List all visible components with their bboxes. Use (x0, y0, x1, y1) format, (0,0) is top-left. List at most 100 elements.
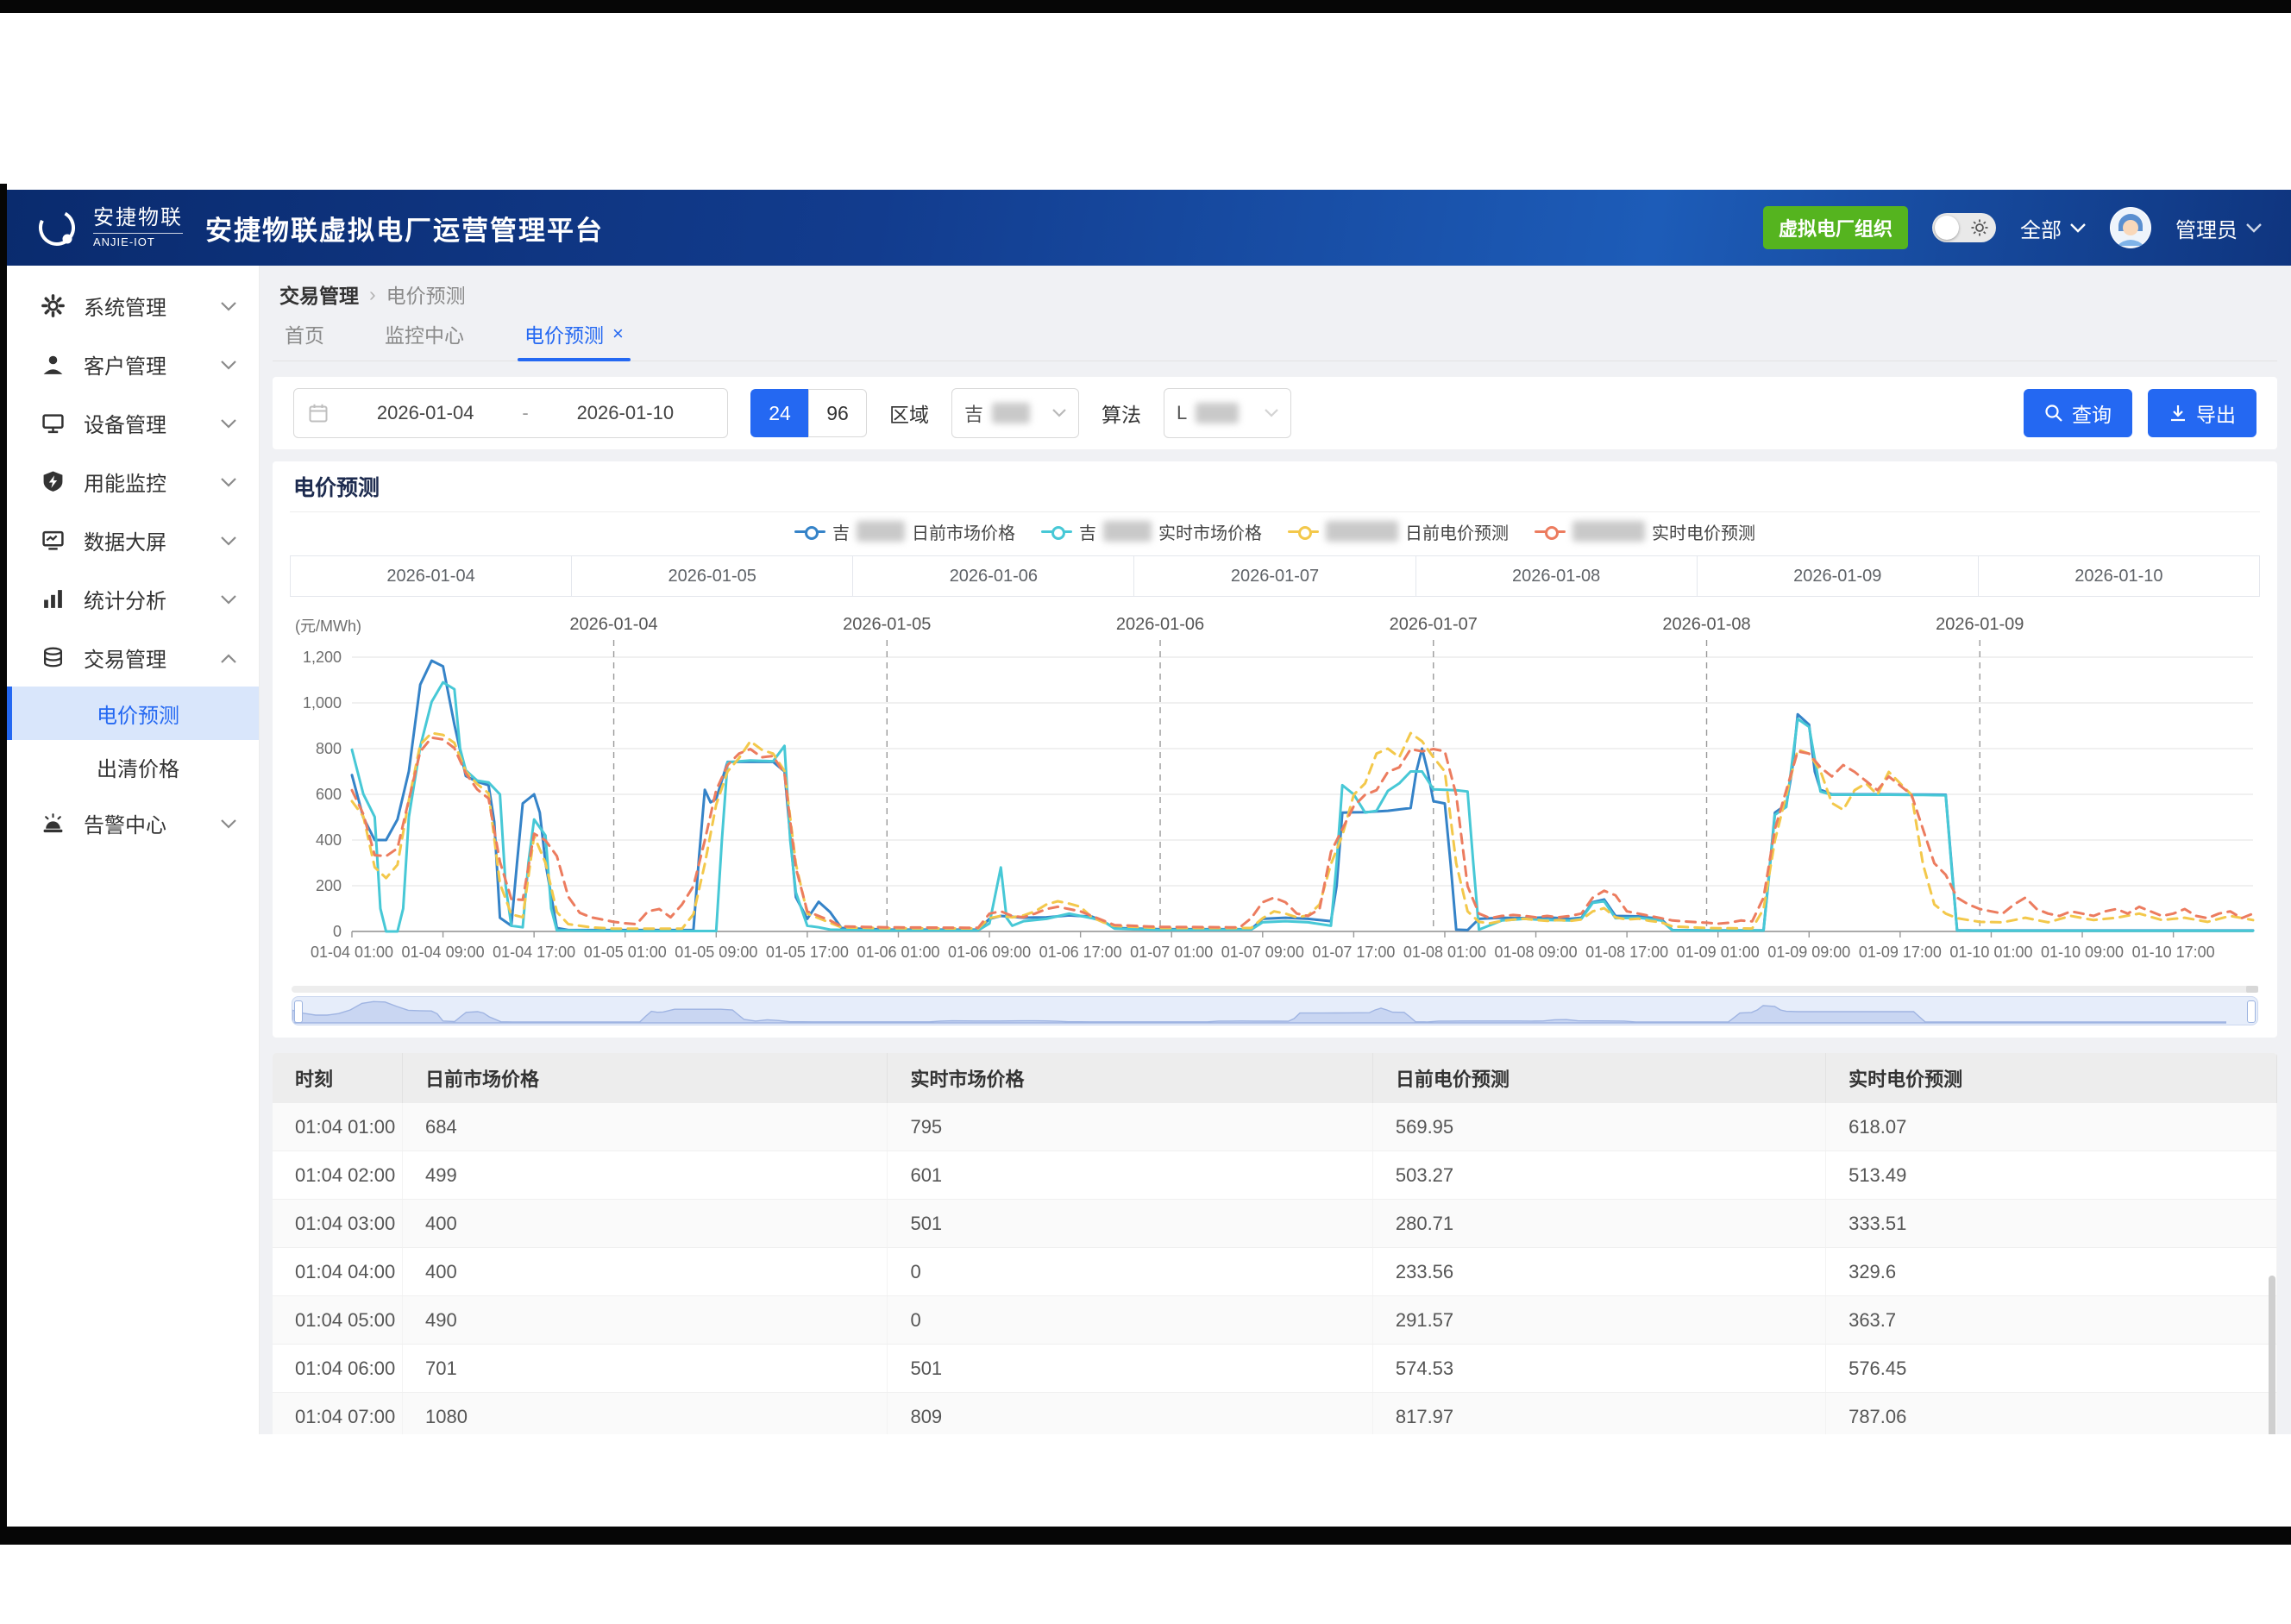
zoom-handle-right[interactable] (2247, 1000, 2256, 1023)
user-dropdown[interactable]: 管理员 (2175, 213, 2262, 243)
search-button[interactable]: 查询 (2024, 389, 2132, 437)
sidebar-item-system[interactable]: 系统管理 (7, 276, 259, 335)
table-cell: 01:04 04:00 (273, 1248, 403, 1295)
table-row: 01:04 07:001080809817.97787.06 (273, 1393, 2277, 1434)
y-axis-tick-label: 1,000 (303, 694, 342, 712)
legend-item-3[interactable]: 日前电价预测 (1288, 519, 1509, 544)
day-marker-label: 2026-01-05 (843, 615, 931, 634)
table-column-header: 日前市场价格 (403, 1053, 888, 1103)
download-icon (2169, 404, 2187, 423)
table-cell: 01:04 02:00 (273, 1151, 403, 1199)
scope-dropdown[interactable]: 全部 (2020, 213, 2086, 243)
virtual-plant-org-button[interactable]: 虚拟电厂组织 (1763, 206, 1908, 249)
table-cell: 795 (888, 1103, 1372, 1151)
table-header-row: 时刻日前市场价格实时市场价格日前电价预测实时电价预测 (273, 1053, 2277, 1103)
x-axis-tick-label: 01-09 17:00 (1859, 944, 1942, 961)
sidebar-item-trade[interactable]: 交易管理 (7, 628, 259, 687)
day-marker-label: 2026-01-04 (569, 615, 657, 634)
breadcrumb-separator: › (369, 283, 376, 306)
table-row: 01:04 06:00701501574.53576.45 (273, 1345, 2277, 1393)
tab-label: 首页 (285, 319, 324, 348)
tab-label: 监控中心 (385, 319, 464, 348)
zoom-handle-left[interactable] (294, 1000, 303, 1023)
sun-icon (1971, 219, 1988, 236)
table-cell: 809 (888, 1393, 1372, 1434)
breadcrumb-trade[interactable]: 交易管理 (279, 279, 359, 309)
chevron-down-icon (1052, 409, 1066, 417)
chevron-down-icon (1265, 409, 1278, 417)
day-marker-label: 2026-01-09 (1936, 615, 2024, 634)
chart-legend: 吉日前市场价格 吉实时市场价格 日前电价预测 实时电价预测 (290, 512, 2260, 550)
legend-item-1[interactable]: 吉日前市场价格 (794, 519, 1015, 544)
chevron-down-icon (221, 469, 236, 493)
legend-item-4[interactable]: 实时电价预测 (1535, 519, 1755, 544)
filter-bar: 2026-01-04 - 2026-01-10 24 96 区域 吉 算法 L (273, 377, 2277, 449)
tab-监控中心[interactable]: 监控中心 (385, 319, 464, 361)
region-select[interactable]: 吉 (951, 388, 1079, 438)
table-cell: 501 (888, 1345, 1372, 1392)
date-band: 2026-01-042026-01-052026-01-062026-01-07… (290, 555, 2260, 597)
card-title: 电价预测 (290, 461, 2260, 512)
x-axis-tick-label: 01-04 01:00 (311, 944, 393, 961)
sidebar-item-customer[interactable]: 客户管理 (7, 335, 259, 393)
data-zoom-minimap (292, 997, 2226, 1025)
table-row: 01:04 03:00400501280.71333.51 (273, 1200, 2277, 1248)
table-cell: 1080 (403, 1393, 888, 1434)
date-range-picker[interactable]: 2026-01-04 - 2026-01-10 (293, 388, 728, 438)
date-separator: - (522, 402, 528, 424)
sidebar-item-bigscreen[interactable]: 数据大屏 (7, 511, 259, 569)
screen-icon (41, 529, 65, 552)
table-cell: 01:04 07:00 (273, 1393, 403, 1434)
main-content: 交易管理 › 电价预测 首页监控中心电价预测× 2026-01-04 - 202… (259, 266, 2291, 1434)
sidebar-subitem-price-forecast[interactable]: 电价预测 (7, 687, 259, 740)
y-axis-tick-label: 1,200 (303, 649, 342, 666)
table-cell: 787.06 (1826, 1393, 2277, 1434)
x-axis-tick-label: 01-09 01:00 (1677, 944, 1760, 961)
algorithm-select[interactable]: L (1164, 388, 1291, 438)
series-line-日前市场价格 (352, 661, 2253, 931)
sidebar-subitem-label: 电价预测 (97, 699, 179, 729)
x-axis-tick-label: 01-06 17:00 (1039, 944, 1122, 961)
coins-icon (41, 646, 65, 669)
date-end-input[interactable]: 2026-01-10 (537, 402, 713, 424)
chart-scroll-track[interactable] (292, 986, 2258, 993)
scroll-end-button[interactable] (2246, 986, 2258, 993)
minimap-area (292, 1001, 2226, 1023)
theme-toggle[interactable] (1932, 213, 1996, 242)
table-cell: 701 (403, 1345, 888, 1392)
x-axis-tick-label: 01-05 01:00 (584, 944, 667, 961)
sidebar-subitem-clearing-price[interactable]: 出清价格 (7, 740, 259, 793)
x-axis-tick-label: 01-07 09:00 (1221, 944, 1304, 961)
sidebar-item-energy[interactable]: 用能监控 (7, 452, 259, 511)
series-line-日前电价预测 (352, 733, 2253, 929)
sidebar-item-label: 交易管理 (84, 643, 166, 673)
interval-option-24[interactable]: 24 (750, 389, 808, 437)
x-axis-tick-label: 01-07 17:00 (1312, 944, 1395, 961)
table-cell: 01:04 05:00 (273, 1296, 403, 1344)
tab-首页[interactable]: 首页 (285, 319, 324, 361)
legend-marker-icon (1288, 526, 1319, 536)
algorithm-label: 算法 (1102, 398, 1141, 428)
export-button[interactable]: 导出 (2148, 389, 2256, 437)
chevron-down-icon (221, 586, 236, 611)
sidebar-menu: 系统管理客户管理设备管理用能监控数据大屏统计分析交易管理电价预测出清价格告警中心 (7, 266, 259, 1434)
tab-电价预测[interactable]: 电价预测 × (524, 319, 624, 361)
sidebar-item-device[interactable]: 设备管理 (7, 393, 259, 452)
data-zoom-slider[interactable] (292, 996, 2258, 1025)
legend-item-2[interactable]: 吉实时市场价格 (1041, 519, 1262, 544)
algorithm-value-redacted (1196, 403, 1239, 423)
y-axis-tick-label: 600 (316, 786, 342, 803)
table-cell: 233.56 (1373, 1248, 1826, 1295)
sidebar-item-alarm[interactable]: 告警中心 (7, 793, 259, 852)
table-scrollbar-thumb[interactable] (2269, 1276, 2275, 1434)
sidebar-item-stats[interactable]: 统计分析 (7, 569, 259, 628)
table-cell: 0 (888, 1296, 1372, 1344)
tab-label: 电价预测 (524, 319, 604, 348)
tab-close-icon[interactable]: × (612, 323, 624, 345)
x-axis-tick-label: 01-08 17:00 (1585, 944, 1668, 961)
date-start-input[interactable]: 2026-01-04 (337, 402, 513, 424)
interval-option-96[interactable]: 96 (808, 389, 867, 437)
price-chart[interactable]: 02004006008001,0001,200(元/MWh)2026-01-04… (290, 597, 2262, 973)
avatar[interactable] (2110, 207, 2151, 248)
gear-icon (41, 294, 65, 317)
